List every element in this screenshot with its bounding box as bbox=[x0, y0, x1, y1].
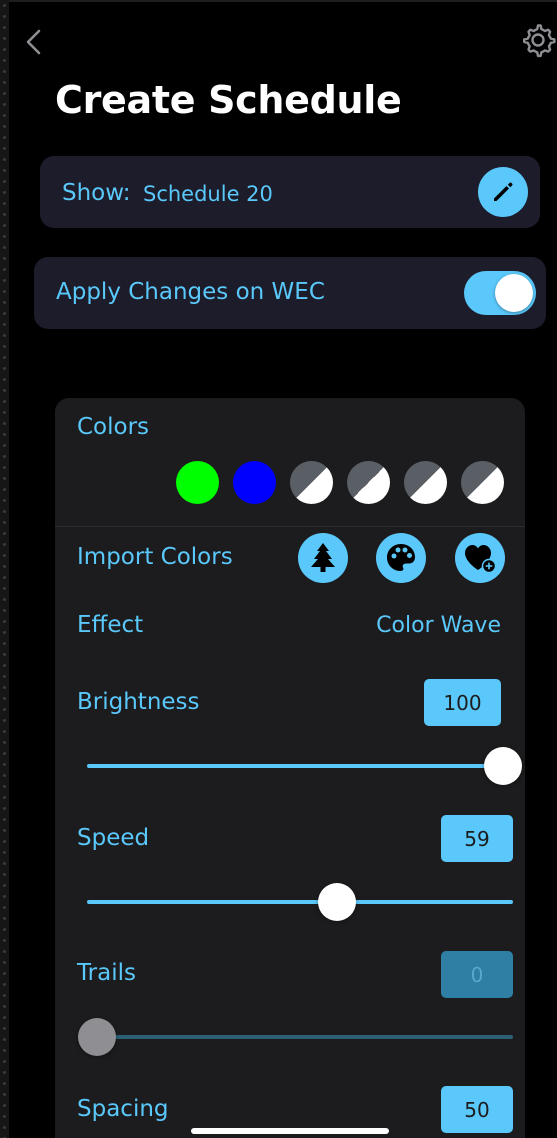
color-swatch-1[interactable] bbox=[176, 461, 219, 504]
color-swatch-empty-6[interactable] bbox=[461, 461, 504, 504]
show-card: Show: Schedule 20 bbox=[40, 156, 540, 228]
trails-slider[interactable] bbox=[78, 1018, 513, 1056]
palette-icon bbox=[387, 544, 415, 571]
speed-slider-thumb[interactable] bbox=[317, 883, 356, 921]
spacing-label: Spacing bbox=[77, 1096, 169, 1122]
color-swatch-empty-3[interactable] bbox=[290, 461, 333, 504]
apply-changes-toggle[interactable] bbox=[464, 271, 536, 315]
brightness-slider[interactable] bbox=[87, 747, 522, 785]
import-favorite-colors-button[interactable] bbox=[455, 533, 505, 583]
show-label: Show: bbox=[62, 180, 131, 206]
trails-slider-thumb[interactable] bbox=[78, 1018, 116, 1056]
brightness-slider-thumb[interactable] bbox=[484, 747, 522, 785]
home-indicator[interactable] bbox=[191, 1128, 389, 1134]
import-colors-label: Import Colors bbox=[77, 544, 233, 570]
apply-changes-label: Apply Changes on WEC bbox=[56, 279, 325, 305]
effect-label: Effect bbox=[77, 612, 144, 638]
speed-label: Speed bbox=[77, 825, 150, 851]
speed-value-field[interactable]: 59 bbox=[441, 815, 513, 862]
import-tree-colors-button[interactable] bbox=[298, 533, 348, 583]
tree-icon bbox=[311, 543, 335, 572]
color-swatch-2[interactable] bbox=[233, 461, 276, 504]
apply-changes-card: Apply Changes on WEC bbox=[34, 257, 546, 329]
pencil-icon bbox=[494, 182, 513, 201]
edit-show-button[interactable] bbox=[478, 167, 528, 217]
divider bbox=[55, 526, 525, 527]
effect-value[interactable]: Color Wave bbox=[376, 613, 501, 638]
trails-value-field[interactable]: 0 bbox=[441, 951, 513, 998]
spacing-value-field[interactable]: 50 bbox=[441, 1086, 513, 1133]
brightness-label: Brightness bbox=[77, 689, 200, 715]
app-screen: Create Schedule Show: Schedule 20 Apply … bbox=[9, 2, 557, 1138]
heart-plus-icon bbox=[465, 545, 497, 574]
page-title: Create Schedule bbox=[55, 78, 402, 122]
import-palette-colors-button[interactable] bbox=[376, 533, 426, 583]
window-edge-pattern bbox=[0, 0, 9, 1138]
gear-icon[interactable] bbox=[520, 22, 556, 58]
brightness-value-field[interactable]: 100 bbox=[424, 679, 501, 726]
color-swatch-empty-5[interactable] bbox=[404, 461, 447, 504]
chevron-left-icon[interactable] bbox=[23, 28, 45, 56]
show-name-value: Schedule 20 bbox=[143, 182, 273, 206]
speed-slider[interactable] bbox=[87, 883, 513, 921]
effect-settings-panel: Colors Import Colors Effect Color Wave B… bbox=[55, 398, 525, 1138]
colors-label: Colors bbox=[77, 414, 150, 440]
toggle-knob bbox=[495, 274, 533, 312]
color-swatch-empty-4[interactable] bbox=[347, 461, 390, 504]
trails-label: Trails bbox=[77, 960, 136, 986]
